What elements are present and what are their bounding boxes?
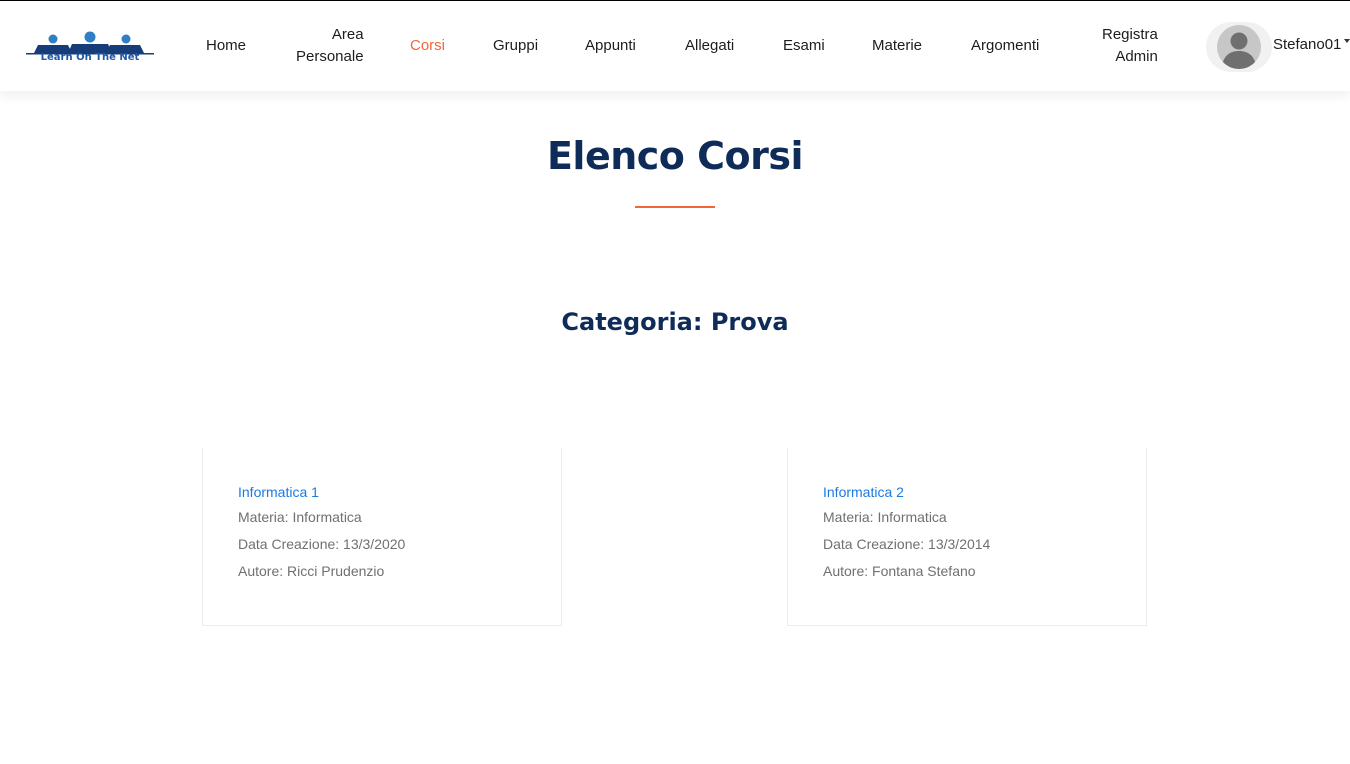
- course-card: Informatica 1 Materia: Informatica Data …: [202, 448, 562, 626]
- nav-esami[interactable]: Esami: [783, 1, 825, 91]
- course-link[interactable]: Informatica 2: [823, 484, 904, 500]
- course-card: Informatica 2 Materia: Informatica Data …: [787, 448, 1147, 626]
- nav-argomenti[interactable]: Argomenti: [971, 1, 1039, 91]
- nav-area-line2: Personale: [296, 48, 364, 65]
- title-underline: [635, 206, 715, 208]
- site-logo[interactable]: Learn On The Net: [20, 31, 160, 61]
- nav-corsi[interactable]: Corsi: [410, 1, 445, 91]
- course-link[interactable]: Informatica 1: [238, 484, 319, 500]
- nav-area-personale[interactable]: Area Personale: [296, 1, 364, 91]
- nav-registra-line2: Admin: [1115, 48, 1158, 65]
- nav-registra-line1: Registra: [1102, 26, 1158, 43]
- course-materia: Materia: Informatica: [823, 509, 947, 525]
- course-autore: Autore: Ricci Prudenzio: [238, 563, 385, 579]
- course-data-creazione: Data Creazione: 13/3/2020: [238, 536, 406, 552]
- category-heading: Categoria: Prova: [561, 308, 789, 336]
- chevron-down-icon[interactable]: [1344, 39, 1350, 43]
- nav-materie[interactable]: Materie: [872, 1, 922, 91]
- course-autore: Autore: Fontana Stefano: [823, 563, 976, 579]
- nav-appunti[interactable]: Appunti: [585, 1, 636, 91]
- logo-text: Learn On The Net: [41, 52, 140, 61]
- nav-area-line1: Area: [331, 26, 364, 43]
- page-title: Elenco Corsi: [546, 134, 804, 178]
- nav-allegati[interactable]: Allegati: [685, 1, 734, 91]
- main-header: Learn On The Net Home Area Personale Cor…: [0, 1, 1350, 91]
- nav-home[interactable]: Home: [206, 1, 246, 91]
- course-data-creazione: Data Creazione: 13/3/2014: [823, 536, 991, 552]
- nav-registra-admin[interactable]: Registra Admin: [1102, 1, 1158, 91]
- course-materia: Materia: Informatica: [238, 509, 362, 525]
- user-name[interactable]: Stefano01: [1273, 36, 1341, 53]
- nav-gruppi[interactable]: Gruppi: [493, 1, 538, 91]
- user-avatar-icon: [1217, 25, 1261, 69]
- user-avatar[interactable]: [1206, 22, 1272, 72]
